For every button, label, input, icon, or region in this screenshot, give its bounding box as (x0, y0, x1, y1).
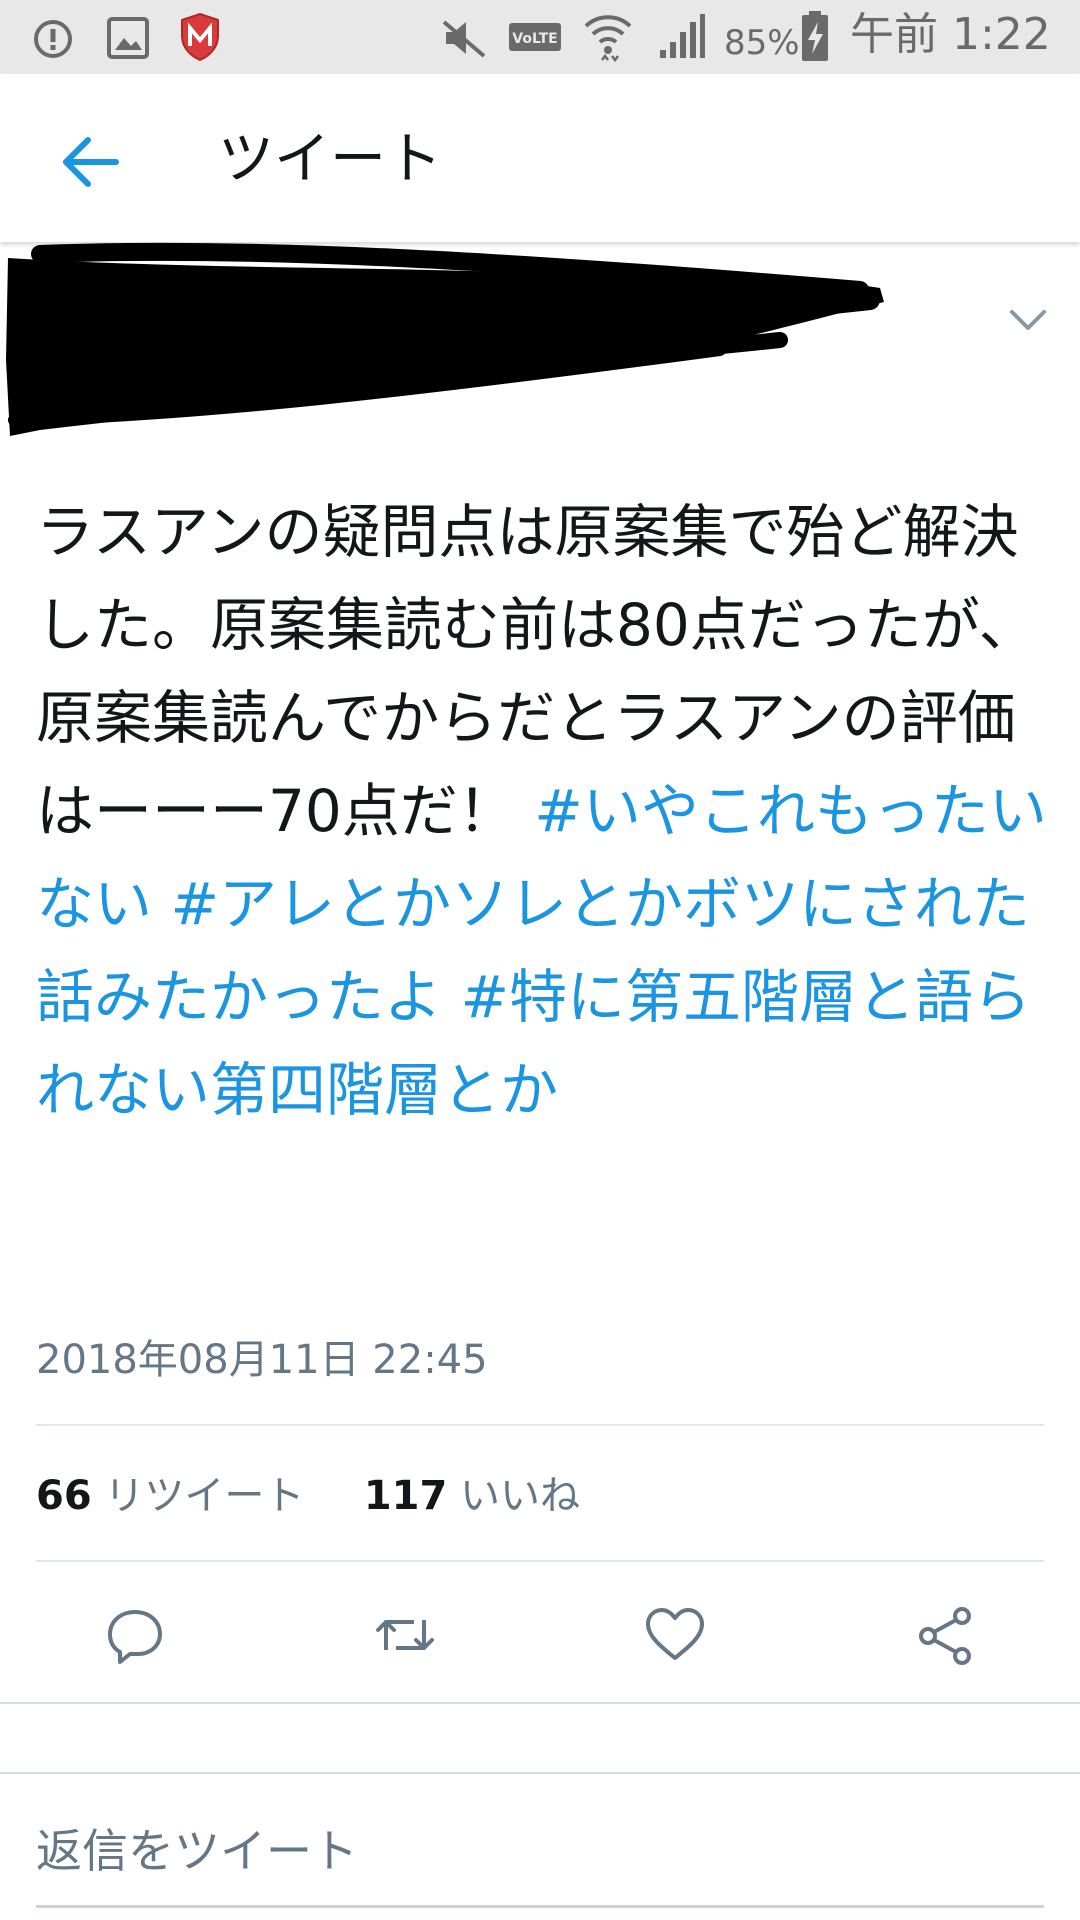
retweet-count[interactable]: 66 (36, 1473, 92, 1519)
section-separator (0, 1702, 1080, 1774)
reply-icon (108, 1610, 162, 1664)
volte-label: VoLTE (512, 31, 557, 47)
like-button[interactable] (640, 1600, 710, 1670)
tweet-stats: 66 リツイート 117 いいね (36, 1472, 580, 1520)
chevron-down-icon (1010, 310, 1046, 330)
clock: 午前 1:22 (850, 9, 1051, 60)
app-header: ツイート (0, 74, 1080, 242)
retweet-label[interactable]: リツイート (104, 1473, 304, 1519)
page-title: ツイート (218, 127, 442, 192)
reply-placeholder[interactable]: 返信をツイート (36, 1824, 358, 1878)
volte-icon: VoLTE (508, 22, 562, 52)
divider (36, 1424, 1044, 1426)
signal-icon (658, 14, 706, 60)
share-button[interactable] (910, 1600, 980, 1670)
redacted-author (0, 240, 900, 440)
tweet-menu-button[interactable] (1004, 300, 1052, 340)
mcafee-icon (178, 12, 222, 62)
like-label[interactable]: いいね (460, 1473, 580, 1519)
like-count[interactable]: 117 (364, 1473, 448, 1519)
heart-icon (646, 1608, 704, 1660)
status-bar: VoLTE 85% 午前 1:22 (0, 0, 1080, 74)
battery-charging-icon (800, 10, 830, 62)
tweet-timestamp: 2018年08月11日 22:45 (36, 1337, 488, 1383)
wifi-icon (582, 10, 634, 64)
mute-icon (440, 16, 488, 60)
image-icon (106, 16, 150, 60)
arrow-left-icon (63, 137, 119, 187)
info-icon (32, 18, 74, 60)
divider (36, 1560, 1044, 1562)
retweet-icon (376, 1620, 434, 1650)
retweet-button[interactable] (370, 1600, 440, 1670)
back-button[interactable] (54, 124, 130, 200)
tweet-body: ラスアンの疑問点は原案集で殆ど解決した。原案集読む前は80点だったが、原案集読ん… (36, 486, 1048, 1137)
reply-button[interactable] (100, 1600, 170, 1670)
reply-composer[interactable]: 返信をツイート (36, 1800, 1044, 1908)
battery-percent: 85% (724, 23, 800, 63)
share-icon (919, 1607, 971, 1665)
